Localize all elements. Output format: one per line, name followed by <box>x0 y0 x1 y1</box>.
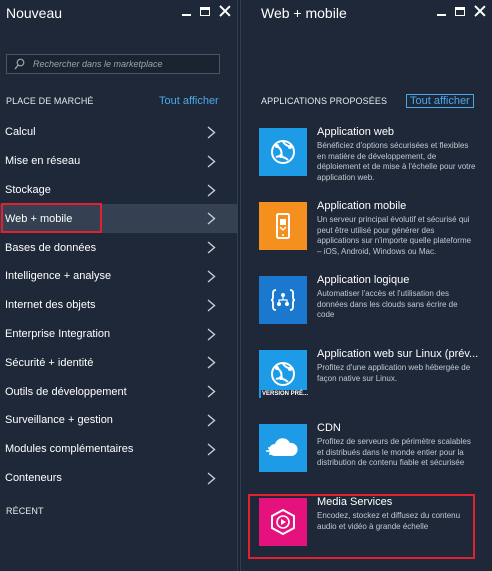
section-marketplace-label: PLACE DE MARCHÉ <box>6 96 94 106</box>
chevron-right-icon <box>207 126 216 139</box>
menu-item-label: Intelligence + analyse <box>5 270 112 283</box>
app-name: CDN <box>317 422 341 434</box>
app-tile[interactable]: Application mobile Un serveur principal é… <box>241 196 492 270</box>
cdn-icon <box>259 424 307 472</box>
chevron-right-icon <box>207 212 216 225</box>
menu-item-label: Internet des objets <box>5 299 96 312</box>
menu-item[interactable]: Sécurité + identité <box>0 348 238 377</box>
menu-item[interactable]: Calcul <box>0 118 238 147</box>
web-mobile-blade: Web + mobile APPLICATIONS PROPOSÉES Tout… <box>240 0 492 571</box>
close-icon[interactable] <box>219 5 231 17</box>
menu-item[interactable]: Bases de données <box>0 233 238 262</box>
app-description: Profitez de serveurs de périmètre scalab… <box>317 437 471 468</box>
chevron-right-icon <box>207 155 216 168</box>
app-tile[interactable]: CDN Profitez de serveurs de périmètre sca… <box>241 418 492 492</box>
app-description: Profitez d'une application web hébergée … <box>317 363 471 383</box>
app-name: Application logique <box>317 274 410 286</box>
minimize-icon[interactable] <box>437 13 446 16</box>
chevron-right-icon <box>207 443 216 456</box>
menu-item-label: Mise en réseau <box>5 155 81 168</box>
blade-title: Nouveau <box>6 5 63 21</box>
minimize-icon[interactable] <box>182 13 191 16</box>
menu-item-label: Surveillance + gestion <box>5 414 113 427</box>
menu-item-label: Calcul <box>5 126 36 139</box>
menu-item[interactable]: Conteneurs <box>0 464 238 493</box>
section-apps-label: APPLICATIONS PROPOSÉES <box>261 96 388 106</box>
menu-item-label: Outils de développement <box>5 385 127 398</box>
menu-item[interactable]: Stockage <box>0 176 238 205</box>
window-controls <box>437 5 486 17</box>
chevron-right-icon <box>207 241 216 254</box>
menu-item-label: Enterprise Integration <box>5 327 111 340</box>
app-tile[interactable]: Application logique Automatiser l'accès e… <box>241 270 492 344</box>
chevron-right-icon <box>207 184 216 197</box>
maximize-icon[interactable] <box>455 6 465 16</box>
menu-item-label: Conteneurs <box>5 471 62 484</box>
app-name: Application web <box>317 126 395 138</box>
chevron-right-icon <box>207 328 216 341</box>
app-description: Bénéficiez d'options sécurisées et flexi… <box>317 141 476 182</box>
menu-item-label: Sécurité + identité <box>5 356 94 369</box>
chevron-right-icon <box>207 414 216 427</box>
show-all-link[interactable]: Tout afficher <box>159 95 219 107</box>
app-name: Application web sur Linux (prév... <box>317 348 479 360</box>
chevron-right-icon <box>207 472 216 485</box>
search-icon <box>14 58 25 70</box>
web-app-icon <box>259 128 307 176</box>
selection-highlight <box>1 203 102 233</box>
mobile-app-icon <box>259 202 307 250</box>
marketplace-menu: Calcul Mise en réseau Stockage Web + mobile… <box>0 118 238 492</box>
menu-item-label: Bases de données <box>5 241 97 254</box>
menu-item-label: Stockage <box>5 183 51 196</box>
chevron-right-icon <box>207 356 216 369</box>
app-tile[interactable]: Application web Bénéficiez d'options sécu… <box>241 122 492 196</box>
maximize-icon[interactable] <box>200 6 210 16</box>
app-description: Automatiser l'accès et l'utilisation des… <box>317 289 458 320</box>
chevron-right-icon <box>207 299 216 312</box>
logic-app-icon <box>259 276 307 324</box>
app-tile[interactable]: VERSION PRÉ... Application web sur Linux … <box>241 344 492 418</box>
close-icon[interactable] <box>474 5 486 17</box>
chevron-right-icon <box>207 270 216 283</box>
show-all-link[interactable]: Tout afficher <box>406 94 474 108</box>
menu-item[interactable]: Internet des objets <box>0 291 238 320</box>
app-description: Un serveur principal évolutif et sécuris… <box>317 215 472 256</box>
blade-header: Web + mobile <box>241 0 492 26</box>
blade-header: Nouveau <box>0 0 237 26</box>
menu-item[interactable]: Surveillance + gestion <box>0 406 238 435</box>
menu-item[interactable]: Enterprise Integration <box>0 320 238 349</box>
menu-item[interactable]: Modules complémentaires <box>0 435 238 464</box>
menu-item-label: Modules complémentaires <box>5 443 134 456</box>
blade-title: Web + mobile <box>261 5 347 21</box>
marketplace-search[interactable] <box>6 54 220 74</box>
selection-highlight <box>248 494 475 559</box>
new-blade: Nouveau PLACE DE MARCHÉ Tout afficher Ca… <box>0 0 238 571</box>
window-controls <box>182 5 231 17</box>
section-recent-label: RÉCENT <box>6 506 44 516</box>
search-input[interactable] <box>33 55 219 73</box>
menu-item[interactable]: Mise en réseau <box>0 147 238 176</box>
app-name: Application mobile <box>317 200 407 212</box>
menu-item[interactable]: Outils de développement <box>0 377 238 406</box>
preview-badge: VERSION PRÉ... <box>261 390 310 398</box>
chevron-right-icon <box>207 385 216 398</box>
menu-item[interactable]: Intelligence + analyse <box>0 262 238 291</box>
